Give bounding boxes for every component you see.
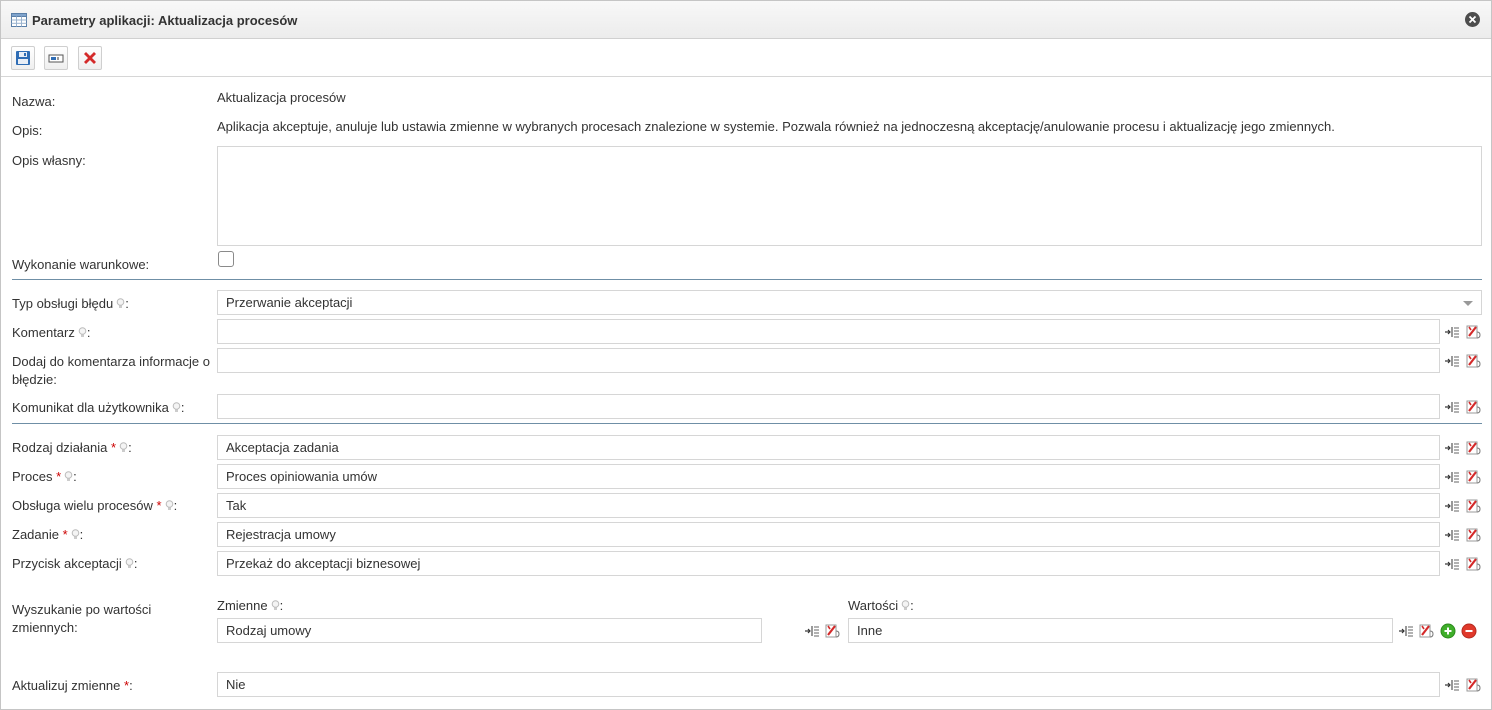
hint-bulb-icon (165, 498, 174, 510)
insert-variable-icon[interactable] (1444, 469, 1460, 485)
insert-variable-icon[interactable] (1444, 440, 1460, 456)
clear-field-icon[interactable] (1466, 440, 1482, 456)
multi-process-input[interactable]: Tak (217, 493, 1440, 518)
multi-process-label: Obsługa wielu procesów *: (12, 498, 178, 513)
description-value: Aplikacja akceptuje, anuluje lub ustawia… (217, 119, 1335, 134)
user-message-label: Komunikat dla użytkownika: (12, 400, 185, 415)
hint-bulb-icon (271, 598, 280, 610)
hint-bulb-icon (172, 400, 181, 412)
hint-bulb-icon (125, 556, 134, 568)
insert-variable-icon[interactable] (1444, 324, 1460, 340)
description-label: Opis: (12, 123, 43, 138)
variable-field-icon (48, 54, 64, 63)
insert-variable-icon[interactable] (1444, 353, 1460, 369)
window-titlebar: Parametry aplikacji: Aktualizacja proces… (1, 1, 1491, 39)
accept-button-input[interactable]: Przekaż do akceptacji biznesowej (217, 551, 1440, 576)
toolbar (1, 40, 1491, 77)
hint-bulb-icon (901, 598, 910, 610)
hint-bulb-icon (64, 469, 73, 481)
own-description-label: Opis własny: (12, 153, 86, 168)
comment-input[interactable] (217, 319, 1440, 344)
clear-field-icon[interactable] (1419, 623, 1435, 639)
values-input[interactable]: Inne (848, 618, 1393, 643)
save-button[interactable] (11, 46, 35, 70)
table-icon (11, 13, 27, 27)
clear-field-icon[interactable] (1466, 324, 1482, 340)
insert-variable-icon[interactable] (1444, 527, 1460, 543)
section-divider (12, 279, 1482, 280)
name-label: Nazwa: (12, 94, 56, 109)
variables-label: Zmienne: (217, 598, 284, 613)
process-label: Proces *: (12, 469, 77, 484)
task-input[interactable]: Rejestracja umowy (217, 522, 1440, 547)
hint-bulb-icon (116, 296, 125, 308)
update-variables-input[interactable]: Nie (217, 672, 1440, 697)
variables-input[interactable]: Rodzaj umowy (217, 618, 762, 643)
section-divider (12, 423, 1482, 424)
chevron-down-icon (1463, 301, 1473, 306)
add-error-info-input[interactable] (217, 348, 1440, 373)
clear-field-icon[interactable] (1466, 353, 1482, 369)
hint-bulb-icon (119, 440, 128, 452)
insert-variable-icon[interactable] (1398, 623, 1414, 639)
user-message-input[interactable] (217, 394, 1440, 419)
remove-row-icon[interactable] (1461, 623, 1477, 639)
insert-variable-icon[interactable] (1444, 677, 1460, 693)
window-title: Parametry aplikacji: Aktualizacja proces… (32, 13, 298, 28)
update-variables-label: Aktualizuj zmienne *: (12, 678, 133, 693)
cancel-button[interactable] (78, 46, 102, 70)
error-type-label: Typ obsługi błędu: (12, 296, 129, 311)
insert-variable-icon[interactable] (1444, 498, 1460, 514)
hint-bulb-icon (78, 325, 87, 337)
add-error-info-label: Dodaj do komentarza informacje o błędzie… (12, 354, 210, 387)
values-label: Wartości: (848, 598, 914, 613)
var-search-label: Wyszukanie po wartości zmiennych: (12, 602, 152, 635)
process-input[interactable]: Proces opiniowania umów (217, 464, 1440, 489)
action-type-label: Rodzaj działania *: (12, 440, 132, 455)
app-params-window: Parametry aplikacji: Aktualizacja proces… (0, 0, 1492, 710)
comment-label: Komentarz: (12, 325, 91, 340)
error-type-value: Przerwanie akceptacji (226, 295, 353, 310)
clear-field-icon[interactable] (1466, 498, 1482, 514)
hint-bulb-icon (71, 527, 80, 539)
add-row-icon[interactable] (1440, 623, 1456, 639)
accept-button-label: Przycisk akceptacji: (12, 556, 138, 571)
own-description-textarea[interactable] (217, 146, 1482, 246)
clear-field-icon[interactable] (825, 623, 841, 639)
error-type-select[interactable]: Przerwanie akceptacji (217, 290, 1482, 315)
clear-field-icon[interactable] (1466, 677, 1482, 693)
cancel-x-icon (84, 52, 96, 64)
clear-field-icon[interactable] (1466, 527, 1482, 543)
insert-variable-icon[interactable] (804, 623, 820, 639)
clear-field-icon[interactable] (1466, 556, 1482, 572)
close-circle-icon[interactable] (1465, 12, 1480, 27)
insert-variable-icon[interactable] (1444, 399, 1460, 415)
name-value: Aktualizacja procesów (217, 90, 346, 105)
conditional-execution-label: Wykonanie warunkowe: (12, 257, 150, 272)
insert-variable-icon[interactable] (1444, 556, 1460, 572)
variable-field-button[interactable] (44, 46, 68, 70)
action-type-input[interactable]: Akceptacja zadania (217, 435, 1440, 460)
save-icon (16, 51, 30, 65)
clear-field-icon[interactable] (1466, 469, 1482, 485)
conditional-execution-checkbox[interactable] (218, 251, 234, 267)
task-label: Zadanie *: (12, 527, 84, 542)
clear-field-icon[interactable] (1466, 399, 1482, 415)
